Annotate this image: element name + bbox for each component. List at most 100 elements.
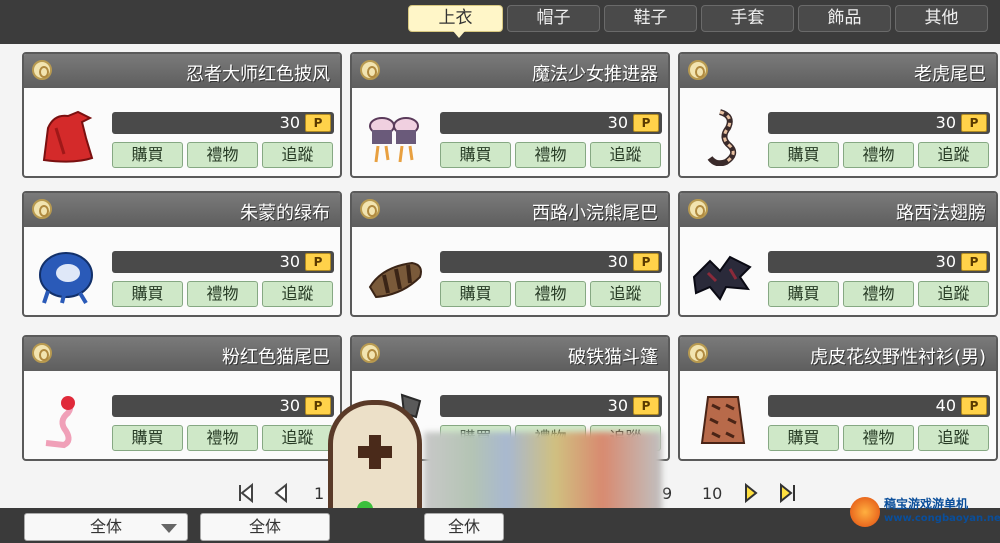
- price-value: 30: [279, 113, 300, 132]
- gift-button[interactable]: 禮物: [187, 142, 258, 168]
- gift-button[interactable]: 禮物: [515, 142, 586, 168]
- price-bar: 30 P: [768, 251, 990, 273]
- price-value: 30: [607, 252, 628, 271]
- item-card-header: 粉红色猫尾巴: [24, 337, 340, 371]
- last-page-icon[interactable]: [776, 482, 798, 504]
- item-card: 老虎尾巴 30 P 購買 禮物 追蹤: [678, 52, 998, 178]
- buy-button[interactable]: 購買: [112, 281, 183, 307]
- item-card-header: 西路小浣熊尾巴: [352, 193, 668, 227]
- item-name: 路西法翅膀: [896, 203, 986, 224]
- tab-hats[interactable]: 帽子: [507, 5, 600, 32]
- point-currency-icon: P: [633, 253, 659, 271]
- track-button[interactable]: 追蹤: [590, 142, 661, 168]
- track-button[interactable]: 追蹤: [262, 281, 333, 307]
- price-value: 30: [935, 113, 956, 132]
- page-number[interactable]: 9: [662, 484, 672, 503]
- item-card: 粉红色猫尾巴 30 P 購買 禮物 追蹤: [22, 335, 342, 461]
- category-tab-bar: 上衣 帽子 鞋子 手套 飾品 其他: [0, 0, 1000, 44]
- item-actions: 購買 禮物 追蹤: [440, 142, 661, 168]
- track-button[interactable]: 追蹤: [590, 281, 661, 307]
- first-page-icon[interactable]: [236, 482, 258, 504]
- point-currency-icon: P: [961, 253, 987, 271]
- item-card: 魔法少女推进器 30 P 購買 禮物 追蹤: [350, 52, 670, 178]
- price-bar: 30 P: [440, 112, 662, 134]
- buy-button[interactable]: 購買: [440, 281, 511, 307]
- item-actions: 購買 禮物 追蹤: [440, 281, 661, 307]
- tab-accessories[interactable]: 飾品: [798, 5, 891, 32]
- track-button[interactable]: 追蹤: [262, 142, 333, 168]
- filter-dropdown[interactable]: 全体: [200, 513, 330, 541]
- gift-button[interactable]: 禮物: [843, 281, 914, 307]
- item-actions: 購買 禮物 追蹤: [112, 142, 333, 168]
- filter-value: 全体: [248, 517, 281, 536]
- item-actions: 購買 禮物 追蹤: [768, 281, 989, 307]
- site-logo-icon: [850, 497, 880, 527]
- item-name: 魔法少女推进器: [532, 64, 658, 85]
- item-card-header: 忍者大师红色披风: [24, 54, 340, 88]
- tiger-tail-icon: [707, 109, 737, 166]
- coin-icon: [688, 199, 708, 219]
- pink-cat-tail-icon: [45, 396, 75, 449]
- blurred-overlay: [424, 432, 662, 516]
- buy-button[interactable]: 購買: [768, 425, 839, 451]
- coin-icon: [360, 343, 380, 363]
- item-card: 忍者大师红色披风 30 P 購買 禮物 追蹤: [22, 52, 342, 178]
- chevron-down-icon: [161, 524, 177, 533]
- tab-gloves[interactable]: 手套: [701, 5, 794, 32]
- tab-shoes[interactable]: 鞋子: [604, 5, 697, 32]
- gift-button[interactable]: 禮物: [843, 142, 914, 168]
- track-button[interactable]: 追蹤: [918, 281, 989, 307]
- buy-button[interactable]: 購買: [768, 142, 839, 168]
- price-value: 30: [279, 252, 300, 271]
- point-currency-icon: P: [961, 397, 987, 415]
- coin-icon: [360, 60, 380, 80]
- next-page-icon[interactable]: [740, 482, 762, 504]
- item-card-header: 路西法翅膀: [680, 193, 996, 227]
- item-card: 路西法翅膀 30 P 購買 禮物 追蹤: [678, 191, 998, 317]
- filter-value: 全体: [89, 517, 122, 536]
- tab-tops[interactable]: 上衣: [408, 5, 503, 38]
- track-button[interactable]: 追蹤: [918, 142, 989, 168]
- coin-icon: [32, 199, 52, 219]
- point-currency-icon: P: [633, 397, 659, 415]
- buy-button[interactable]: 購買: [440, 142, 511, 168]
- point-currency-icon: P: [633, 114, 659, 132]
- price-bar: 30 P: [112, 251, 334, 273]
- item-name: 忍者大师红色披风: [186, 64, 330, 85]
- tab-other[interactable]: 其他: [895, 5, 988, 32]
- item-card-header: 魔法少女推进器: [352, 54, 668, 88]
- gift-button[interactable]: 禮物: [843, 425, 914, 451]
- point-currency-icon: P: [305, 253, 331, 271]
- dpad-icon: [358, 446, 392, 458]
- prev-page-icon[interactable]: [270, 482, 292, 504]
- category-tabs: 上衣 帽子 鞋子 手套 飾品 其他: [408, 5, 988, 38]
- price-value: 40: [935, 396, 956, 415]
- track-button[interactable]: 追蹤: [918, 425, 989, 451]
- gift-button[interactable]: 禮物: [187, 425, 258, 451]
- buy-button[interactable]: 購買: [112, 142, 183, 168]
- gift-button[interactable]: 禮物: [515, 281, 586, 307]
- red-cape-icon: [42, 110, 94, 163]
- buy-button[interactable]: 購買: [768, 281, 839, 307]
- lucifer-wings-icon: [692, 255, 752, 301]
- buy-button[interactable]: 購買: [112, 425, 183, 451]
- item-name: 破铁猫斗篷: [568, 347, 658, 368]
- watermark-url: www.congbaoyan.net: [884, 513, 1000, 524]
- price-bar: 30 P: [440, 251, 662, 273]
- item-card-header: 朱蒙的绿布: [24, 193, 340, 227]
- price-bar: 40 P: [768, 395, 990, 417]
- item-name: 粉红色猫尾巴: [222, 347, 330, 368]
- filter-dropdown[interactable]: 全休: [424, 513, 504, 541]
- page-number[interactable]: 1: [314, 484, 324, 503]
- filter-dropdown[interactable]: 全体: [24, 513, 188, 541]
- gift-button[interactable]: 禮物: [187, 281, 258, 307]
- item-card: 西路小浣熊尾巴 30 P 購買 禮物 追蹤: [350, 191, 670, 317]
- price-bar: 30 P: [112, 112, 334, 134]
- item-actions: 購買 禮物 追蹤: [112, 281, 333, 307]
- magic-thruster-icon: [369, 117, 419, 163]
- page-number[interactable]: 10: [702, 484, 722, 503]
- item-name: 老虎尾巴: [914, 64, 986, 85]
- track-button[interactable]: 追蹤: [262, 425, 333, 451]
- item-card: 虎皮花纹野性衬衫(男) 40 P 購買 禮物 追蹤: [678, 335, 998, 461]
- watermark-title: 稿宝游戏游单机: [884, 497, 969, 511]
